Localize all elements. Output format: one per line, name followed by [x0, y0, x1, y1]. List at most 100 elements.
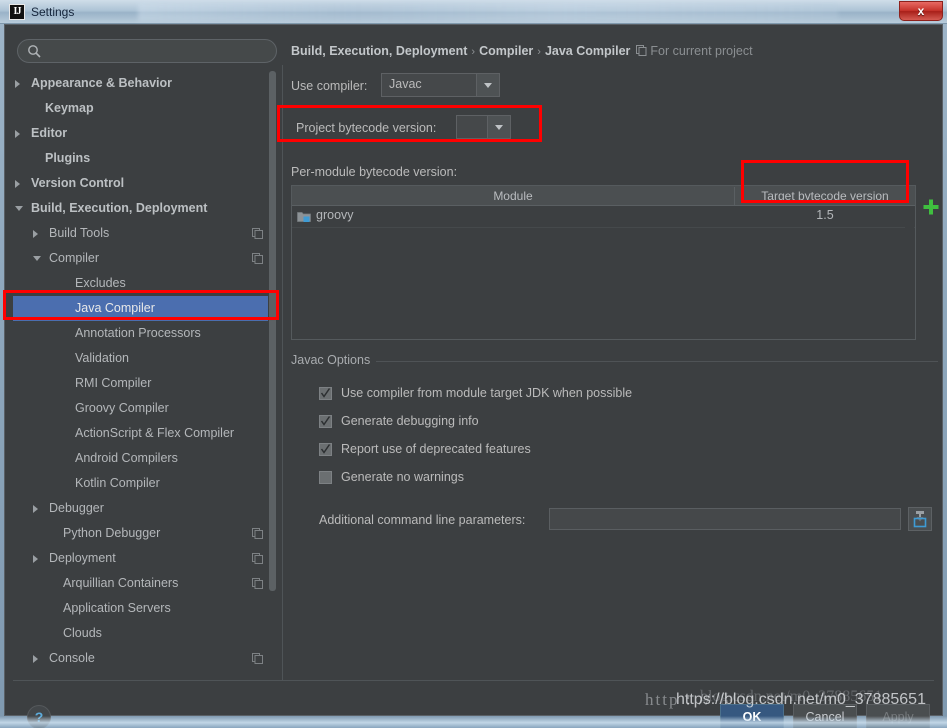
sidebar-item-label: Debugger [49, 501, 104, 515]
sidebar-item-label: Validation [75, 351, 129, 365]
sidebar-item-label: Java Compiler [75, 301, 155, 315]
breadcrumb-scope-label: For current project [650, 44, 753, 58]
sidebar-item-kotlin-compiler[interactable]: Kotlin Compiler [13, 471, 277, 496]
project-bytecode-label: Project bytecode version: [296, 121, 437, 135]
sidebar-item-validation[interactable]: Validation [13, 346, 277, 371]
sidebar-item-label: Deployment [49, 551, 116, 565]
sidebar-item-groovy-compiler[interactable]: Groovy Compiler [13, 396, 277, 421]
breadcrumb-scope: For current project [636, 44, 753, 58]
settings-tree[interactable]: Appearance & Behavior Keymap Editor Plugins… [13, 71, 277, 674]
sidebar-item-label: RMI Compiler [75, 376, 152, 390]
sidebar-item-label: Version Control [31, 176, 125, 190]
sidebar-item-deployment[interactable]: Deployment [13, 546, 277, 571]
additional-params-label: Additional command line parameters: [319, 513, 526, 527]
copy-settings-icon [252, 528, 263, 539]
check-icon [320, 388, 331, 398]
checkbox-box[interactable] [319, 471, 332, 484]
sidebar-item-label: Build, Execution, Deployment [31, 201, 208, 215]
sidebar-item-python-debugger[interactable]: Python Debugger [13, 521, 277, 546]
cell-module-name: groovy [316, 208, 354, 222]
column-header-module[interactable]: Module [292, 187, 735, 205]
chevron-right-icon[interactable] [33, 505, 38, 513]
javac-options-group-title: Javac Options [291, 353, 377, 367]
chevron-right-icon[interactable] [15, 180, 20, 188]
sidebar-item-application-servers[interactable]: Application Servers [13, 596, 277, 621]
sidebar-item-actionscript-flex-compiler[interactable]: ActionScript & Flex Compiler [13, 421, 277, 446]
search-input[interactable] [46, 43, 272, 62]
sidebar-item-build-tools[interactable]: Build Tools [13, 221, 277, 246]
sidebar-item-label: Groovy Compiler [75, 401, 169, 415]
sidebar-item-label: Arquillian Containers [63, 576, 179, 590]
cell-target-bytecode[interactable]: 1.5 [735, 208, 915, 222]
intellij-logo-icon: IJ [9, 4, 25, 20]
sidebar-scrollbar-track[interactable] [268, 71, 277, 674]
project-bytecode-dropdown[interactable] [456, 115, 511, 139]
settings-window: IJ Settings x Appearance & Behavior Keyma… [0, 0, 947, 728]
sidebar-item-appearance-behavior[interactable]: Appearance & Behavior [13, 71, 277, 96]
breadcrumb: Build, Execution, Deployment › Compiler › Ja… [291, 44, 753, 58]
copy-settings-icon [252, 578, 263, 589]
sidebar-item-label: Clouds [63, 626, 102, 640]
sidebar-item-android-compilers[interactable]: Android Compilers [13, 446, 277, 471]
add-module-button[interactable] [922, 198, 940, 216]
sidebar-item-annotation-processors[interactable]: Annotation Processors [13, 321, 277, 346]
title-bar: IJ Settings x [0, 0, 947, 24]
breadcrumb-separator-1: › [471, 46, 476, 58]
sidebar-item-compiler[interactable]: Compiler [13, 246, 277, 271]
search-box[interactable] [17, 39, 277, 63]
window-bottom-glow [0, 716, 947, 728]
checkbox-label: Generate no warnings [341, 470, 464, 484]
chevron-right-icon[interactable] [15, 80, 20, 88]
additional-params-input[interactable] [549, 508, 901, 530]
footer-divider [13, 680, 934, 681]
sidebar-scrollbar-thumb[interactable] [269, 71, 276, 591]
sidebar-item-editor[interactable]: Editor [13, 121, 277, 146]
sidebar-item-version-control[interactable]: Version Control [13, 171, 277, 196]
table-scrollbar[interactable] [905, 206, 914, 338]
sidebar-item-label: Build Tools [49, 226, 110, 240]
sidebar-item-debugger[interactable]: Debugger [13, 496, 277, 521]
breadcrumb-part-2[interactable]: Compiler [479, 44, 533, 58]
sidebar-item-keymap[interactable]: Keymap [13, 96, 277, 121]
table-row[interactable]: groovy 1.5 [292, 206, 915, 228]
column-header-target-bytecode[interactable]: Target bytecode version [735, 187, 915, 205]
per-module-table[interactable]: Module Target bytecode version groovy 1.… [291, 185, 916, 340]
per-module-label: Per-module bytecode version: [291, 165, 458, 179]
sidebar-item-clouds[interactable]: Clouds [13, 621, 277, 646]
breadcrumb-part-1[interactable]: Build, Execution, Deployment [291, 44, 467, 58]
chevron-down-icon[interactable] [15, 206, 23, 211]
chevron-right-icon[interactable] [33, 655, 38, 663]
sidebar-item-excludes[interactable]: Excludes [13, 271, 277, 296]
chevron-down-icon[interactable] [476, 74, 499, 96]
checkbox-label: Use compiler from module target JDK when… [341, 386, 633, 400]
copy-settings-icon [252, 253, 263, 264]
title-bar-blur [138, 3, 838, 21]
chevron-right-icon[interactable] [15, 130, 20, 138]
check-icon [320, 416, 331, 426]
sidebar-item-label: Excludes [75, 276, 126, 290]
chevron-right-icon[interactable] [33, 230, 38, 238]
use-compiler-dropdown[interactable]: Javac [381, 73, 500, 97]
copy-settings-icon [252, 553, 263, 564]
sidebar-item-java-compiler[interactable]: Java Compiler [13, 296, 277, 321]
insert-macro-button[interactable] [908, 507, 932, 531]
sidebar-divider [282, 65, 283, 680]
sidebar-item-label: Annotation Processors [75, 326, 201, 340]
checkbox-box[interactable] [319, 415, 332, 428]
chevron-down-icon[interactable] [487, 116, 510, 138]
close-icon[interactable]: x [899, 1, 943, 21]
checkbox-box[interactable] [319, 443, 332, 456]
sidebar-item-console[interactable]: Console [13, 646, 277, 671]
sidebar-item-label: Editor [31, 126, 68, 140]
sidebar-item-rmi-compiler[interactable]: RMI Compiler [13, 371, 277, 396]
sidebar-item-label: Console [49, 651, 95, 665]
chevron-right-icon[interactable] [33, 555, 38, 563]
sidebar-item-build-execution-deployment[interactable]: Build, Execution, Deployment [13, 196, 277, 221]
sidebar-item-label: Plugins [45, 151, 91, 165]
sidebar-item-arquillian-containers[interactable]: Arquillian Containers [13, 571, 277, 596]
sidebar-item-label: Kotlin Compiler [75, 476, 160, 490]
checkbox-box[interactable] [319, 387, 332, 400]
window-title: Settings [31, 5, 75, 19]
chevron-down-icon[interactable] [33, 256, 41, 261]
sidebar-item-plugins[interactable]: Plugins [13, 146, 277, 171]
